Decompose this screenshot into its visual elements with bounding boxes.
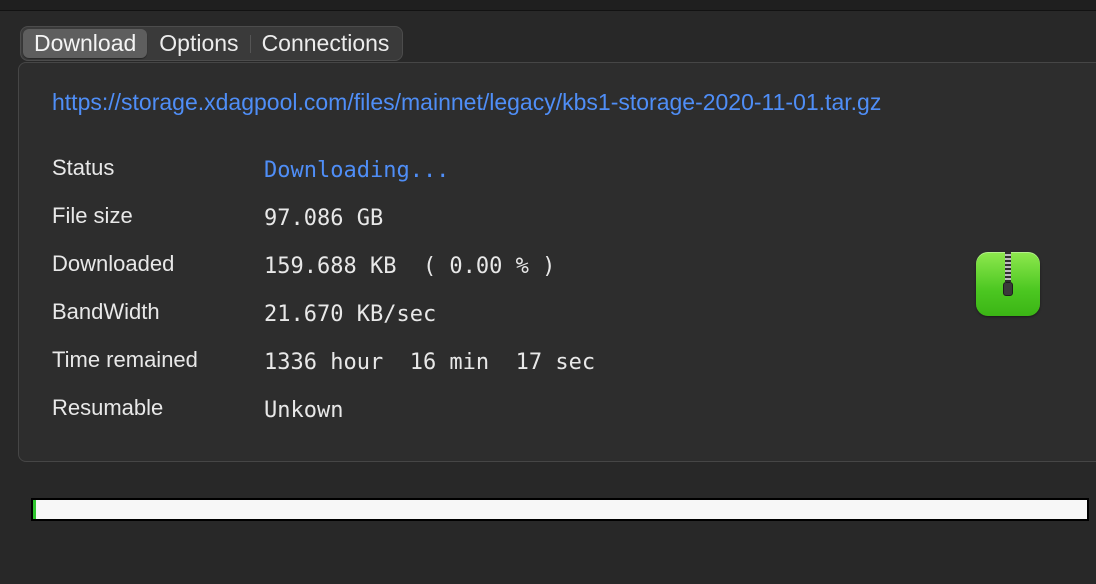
resumable-value: Unkown bbox=[264, 398, 344, 423]
file-size-value: 97.086 GB bbox=[264, 206, 384, 231]
window-top-edge bbox=[0, 0, 1096, 11]
bandwidth-label: BandWidth bbox=[52, 299, 160, 324]
tab-bar: Download Options Connections bbox=[20, 26, 404, 61]
downloaded-label: Downloaded bbox=[52, 251, 175, 276]
status-value: Downloading... bbox=[264, 158, 450, 183]
zipper-icon bbox=[1005, 252, 1011, 286]
resumable-label: Resumable bbox=[52, 395, 164, 420]
tab-options[interactable]: Options bbox=[148, 29, 249, 58]
downloaded-value: 159.688 KB ( 0.00 % ) bbox=[264, 254, 556, 279]
tab-download[interactable]: Download bbox=[23, 29, 148, 58]
zipper-pull-icon bbox=[1003, 282, 1013, 296]
download-info-panel bbox=[18, 62, 1096, 462]
time-remained-value: 1336 hour 16 min 17 sec bbox=[264, 350, 596, 375]
time-remained-label: Time remained bbox=[52, 347, 198, 372]
tab-connections[interactable]: Connections bbox=[251, 29, 401, 58]
archive-zip-icon bbox=[976, 252, 1040, 316]
download-progress-fill bbox=[33, 500, 36, 519]
download-url-link[interactable]: https://storage.xdagpool.com/files/mainn… bbox=[52, 89, 881, 116]
file-size-label: File size bbox=[52, 203, 133, 228]
bandwidth-value: 21.670 KB/sec bbox=[264, 302, 437, 327]
download-progress-bar bbox=[31, 498, 1089, 521]
status-label: Status bbox=[52, 155, 115, 180]
